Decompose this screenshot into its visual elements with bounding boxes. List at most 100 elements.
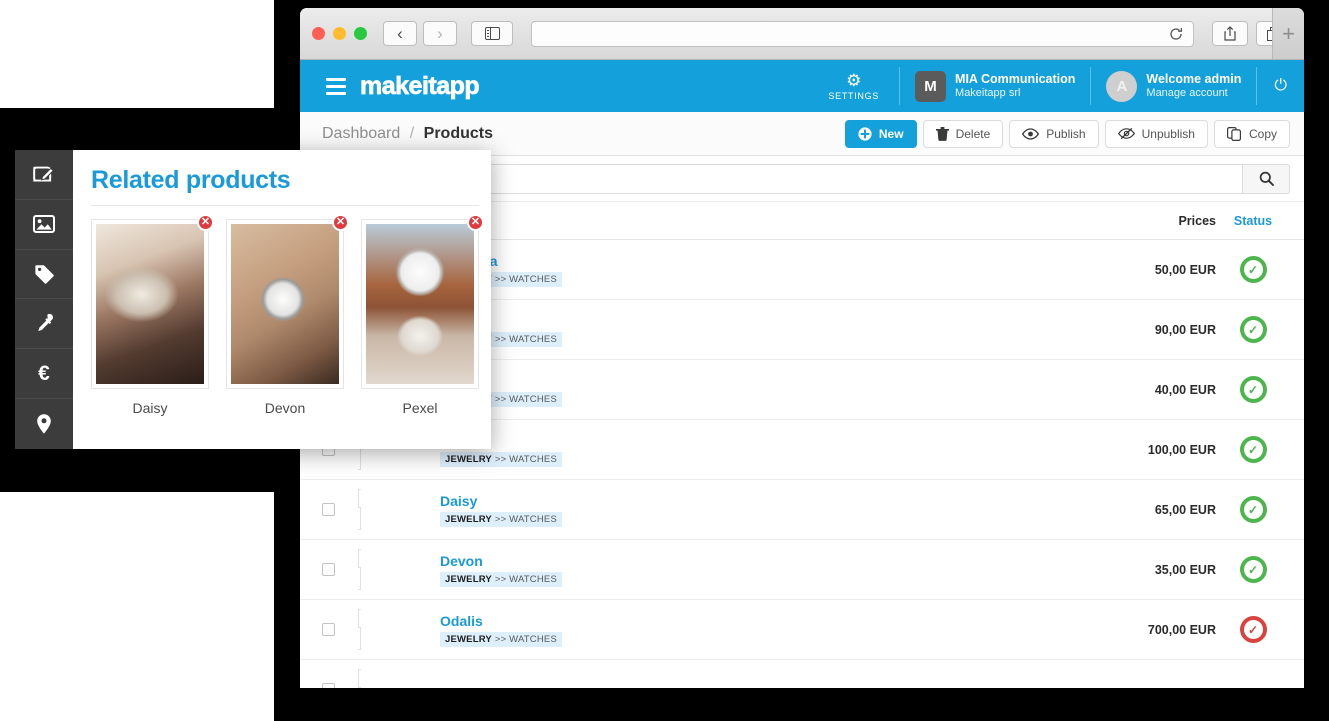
row-checkbox[interactable] [322,683,335,688]
status-check-icon: ✓ [1243,620,1263,639]
card-image[interactable]: ✕ [91,214,214,389]
card-image[interactable]: ✕ [361,214,484,389]
product-name-link[interactable]: Devon [440,553,1046,569]
product-name-link[interactable]: Daisy [440,493,1046,509]
settings-button[interactable]: ⚙ SETTINGS [818,67,899,105]
row-checkbox-cell [322,563,358,576]
sidebar-item-locations[interactable] [15,399,73,449]
table-row[interactable] [300,660,1304,688]
tag-icon [34,264,54,284]
product-name-link[interactable]: Ajax [440,433,1046,449]
reload-icon[interactable] [1169,27,1183,41]
row-checkbox-cell [322,683,358,688]
status-badge[interactable]: ✓ [1239,376,1267,403]
zoom-window-button[interactable] [354,27,367,40]
product-name-link[interactable]: Lane [440,313,1046,329]
copy-icon [1226,126,1241,141]
close-window-button[interactable] [312,27,325,40]
sidebar-item-edit[interactable] [15,150,73,200]
status-header-cell[interactable]: Status [1216,214,1290,228]
eyedropper-icon [37,314,53,332]
new-button-label: New [878,126,904,141]
logout-button[interactable]: ⏻ [1256,67,1304,105]
header-right-group: ⚙ SETTINGS M MIA Communication Makeitapp… [818,60,1304,112]
table-row[interactable]: Daisy JEWELRY >> WATCHES 65,00 EUR ✓ [300,480,1304,540]
unpublish-button[interactable]: Unpublish [1104,119,1208,148]
forward-button[interactable]: › [423,21,457,46]
status-badge[interactable]: ✓ [1239,496,1267,523]
new-tab-button[interactable]: + [1272,8,1304,59]
status-badge[interactable]: ✓ [1239,436,1267,463]
account-menu[interactable]: A Welcome admin Manage account [1090,67,1256,105]
sidebar-item-style[interactable] [15,299,73,350]
address-bar[interactable] [531,20,1194,47]
app-logo[interactable]: makeitapp [360,71,480,101]
copy-button[interactable]: Copy [1213,119,1290,148]
row-price-cell: 40,00 EUR [1154,382,1216,397]
back-button[interactable]: ‹ [383,21,417,46]
chevron-left-icon: ‹ [397,24,403,43]
product-thumbnail[interactable] [358,548,361,590]
row-thumbnail-cell [358,608,440,650]
status-badge[interactable]: ✓ [1239,256,1267,283]
table-row[interactable]: Odalis JEWELRY >> WATCHES 700,00 EUR ✓ [300,600,1304,660]
company-switcher[interactable]: M MIA Communication Makeitapp srl [899,67,1090,105]
category-path: >> WATCHES [494,513,558,525]
product-name-link[interactable]: Montana [440,253,1046,269]
price-header-cell[interactable]: Prices [1046,214,1216,228]
row-checkbox[interactable] [322,623,335,636]
category-path: >> WATCHES [494,273,558,285]
category-path: >> WATCHES [494,333,558,345]
sidebar-item-prices[interactable]: € [15,349,73,400]
name-header-cell[interactable]: Name [440,214,1046,228]
new-button[interactable]: New [844,119,917,148]
product-thumbnail[interactable] [358,488,361,530]
publish-button[interactable]: Publish [1009,119,1099,148]
app-header: makeitapp ⚙ SETTINGS M MIA Communication… [300,60,1304,112]
card-image[interactable]: ✕ [226,214,349,389]
product-name-link[interactable]: Lonnie [440,373,1046,389]
breadcrumb-separator: / [409,124,415,142]
status-badge[interactable]: ✓ [1239,556,1267,583]
sidebar-toggle-button[interactable] [471,21,513,46]
unpublish-button-label: Unpublish [1141,126,1195,141]
related-product-card[interactable]: ✕ Daisy [91,214,214,416]
product-name-link[interactable]: Odalis [440,613,1046,629]
remove-related-button[interactable]: ✕ [332,214,349,231]
row-status-cell: ✓ [1216,316,1290,343]
hamburger-icon[interactable] [326,77,346,95]
row-checkbox-cell [322,503,358,516]
product-category-tag: JEWELRY >> WATCHES [440,631,563,647]
row-checkbox[interactable] [322,503,335,516]
remove-related-button[interactable]: ✕ [197,214,214,231]
row-status-cell: ✓ [1216,496,1290,523]
share-button[interactable] [1212,21,1248,46]
table-row[interactable]: Devon JEWELRY >> WATCHES 35,00 EUR ✓ [300,540,1304,600]
sidebar-item-tags[interactable] [15,250,73,300]
product-thumbnail[interactable] [358,608,361,650]
search-icon [1259,171,1274,186]
remove-related-button[interactable]: ✕ [467,214,484,231]
breadcrumb-dashboard[interactable]: Dashboard [322,125,400,142]
plus-icon: + [1282,20,1295,46]
status-badge[interactable]: ✓ [1239,616,1267,643]
related-product-card[interactable]: ✕ Pexel [361,214,484,416]
row-price-cell: 65,00 EUR [1154,502,1216,517]
status-badge[interactable]: ✓ [1239,316,1267,343]
delete-button-label: Delete [955,126,991,141]
search-button[interactable] [1242,163,1290,194]
manage-account-link[interactable]: Manage account [1146,86,1241,100]
row-checkbox[interactable] [322,563,335,576]
screenshot-stage: ‹ › + makeitapp ⚙ SETTINGS M MIA Communi… [0,0,1329,721]
product-thumbnail[interactable] [358,668,361,688]
sidebar-item-images[interactable] [15,200,73,250]
delete-button[interactable]: Delete [922,119,1004,148]
row-thumbnail-cell [358,668,440,688]
related-product-card[interactable]: ✕ Devon [226,214,349,416]
row-price-cell: 100,00 EUR [1147,442,1216,457]
edit-icon [33,167,54,182]
minimize-window-button[interactable] [333,27,346,40]
related-products-panel: € Related products ✕ Daisy ✕ Devon ✕ Pexel [15,150,491,449]
card-label: Pexel [402,400,438,416]
eye-icon [1022,127,1040,140]
